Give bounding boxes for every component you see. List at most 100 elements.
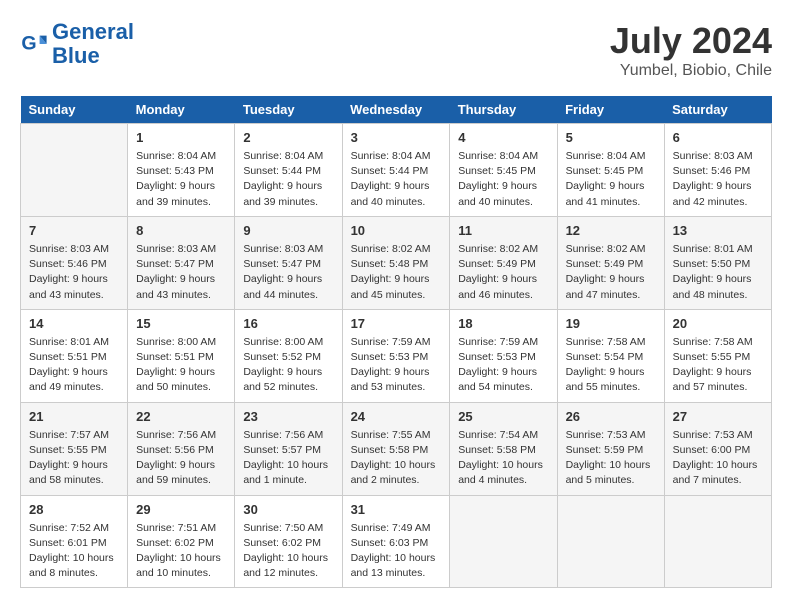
weekday-header: Wednesday bbox=[342, 96, 450, 124]
day-number: 29 bbox=[136, 502, 226, 517]
logo: G General Blue bbox=[20, 20, 134, 68]
day-info: Sunrise: 7:53 AMSunset: 6:00 PMDaylight:… bbox=[673, 428, 763, 489]
day-info: Sunrise: 8:01 AMSunset: 5:50 PMDaylight:… bbox=[673, 242, 763, 303]
logo-line2: Blue bbox=[52, 43, 100, 68]
day-info: Sunrise: 7:53 AMSunset: 5:59 PMDaylight:… bbox=[566, 428, 656, 489]
calendar-cell: 29 Sunrise: 7:51 AMSunset: 6:02 PMDayligh… bbox=[128, 495, 235, 588]
logo-text: General Blue bbox=[52, 20, 134, 68]
calendar-cell: 6Sunrise: 8:03 AMSunset: 5:46 PMDaylight… bbox=[664, 124, 771, 217]
day-info: Sunrise: 7:51 AMSunset: 6:02 PMDaylight:… bbox=[136, 521, 226, 582]
calendar-cell: 30 Sunrise: 7:50 AMSunset: 6:02 PMDayligh… bbox=[235, 495, 342, 588]
day-info: Sunrise: 8:03 AMSunset: 5:46 PMDaylight:… bbox=[673, 149, 763, 210]
calendar-cell bbox=[21, 124, 128, 217]
calendar-cell: 5Sunrise: 8:04 AMSunset: 5:45 PMDaylight… bbox=[557, 124, 664, 217]
day-number: 12 bbox=[566, 223, 656, 238]
weekday-header: Thursday bbox=[450, 96, 557, 124]
logo-line1: General bbox=[52, 19, 134, 44]
calendar-body: 1 Sunrise: 8:04 AMSunset: 5:43 PMDaylight… bbox=[21, 124, 772, 588]
day-info: Sunrise: 7:57 AMSunset: 5:55 PMDaylight:… bbox=[29, 428, 119, 489]
calendar-cell: 10 Sunrise: 8:02 AMSunset: 5:48 PMDayligh… bbox=[342, 216, 450, 309]
day-info: Sunrise: 7:50 AMSunset: 6:02 PMDaylight:… bbox=[243, 521, 333, 582]
calendar-cell: 9Sunrise: 8:03 AMSunset: 5:47 PMDaylight… bbox=[235, 216, 342, 309]
day-number: 1 bbox=[136, 130, 226, 145]
weekday-header: Sunday bbox=[21, 96, 128, 124]
day-info: Sunrise: 7:49 AMSunset: 6:03 PMDaylight:… bbox=[351, 521, 442, 582]
day-number: 7 bbox=[29, 223, 119, 238]
calendar-cell: 31 Sunrise: 7:49 AMSunset: 6:03 PMDayligh… bbox=[342, 495, 450, 588]
calendar-cell bbox=[450, 495, 557, 588]
calendar-cell: 1 Sunrise: 8:04 AMSunset: 5:43 PMDaylight… bbox=[128, 124, 235, 217]
day-number: 10 bbox=[351, 223, 442, 238]
day-number: 19 bbox=[566, 316, 656, 331]
day-number: 14 bbox=[29, 316, 119, 331]
weekday-header: Tuesday bbox=[235, 96, 342, 124]
day-info: Sunrise: 8:02 AMSunset: 5:49 PMDaylight:… bbox=[458, 242, 548, 303]
day-info: Sunrise: 8:00 AMSunset: 5:52 PMDaylight:… bbox=[243, 335, 333, 396]
calendar-table: SundayMondayTuesdayWednesdayThursdayFrid… bbox=[20, 96, 772, 588]
day-info: Sunrise: 7:58 AMSunset: 5:55 PMDaylight:… bbox=[673, 335, 763, 396]
calendar-cell: 7 Sunrise: 8:03 AMSunset: 5:46 PMDaylight… bbox=[21, 216, 128, 309]
calendar-cell: 25 Sunrise: 7:54 AMSunset: 5:58 PMDayligh… bbox=[450, 402, 557, 495]
day-info: Sunrise: 7:55 AMSunset: 5:58 PMDaylight:… bbox=[351, 428, 442, 489]
calendar-cell: 13Sunrise: 8:01 AMSunset: 5:50 PMDayligh… bbox=[664, 216, 771, 309]
svg-text:G: G bbox=[21, 33, 36, 55]
day-info: Sunrise: 8:02 AMSunset: 5:49 PMDaylight:… bbox=[566, 242, 656, 303]
title-block: July 2024 Yumbel, Biobio, Chile bbox=[610, 20, 772, 80]
calendar-cell: 26 Sunrise: 7:53 AMSunset: 5:59 PMDayligh… bbox=[557, 402, 664, 495]
weekday-header: Friday bbox=[557, 96, 664, 124]
calendar-cell bbox=[664, 495, 771, 588]
day-info: Sunrise: 8:04 AMSunset: 5:44 PMDaylight:… bbox=[243, 149, 333, 210]
calendar-week-row: 21 Sunrise: 7:57 AMSunset: 5:55 PMDayligh… bbox=[21, 402, 772, 495]
calendar-cell: 11Sunrise: 8:02 AMSunset: 5:49 PMDayligh… bbox=[450, 216, 557, 309]
day-number: 16 bbox=[243, 316, 333, 331]
day-info: Sunrise: 8:03 AMSunset: 5:46 PMDaylight:… bbox=[29, 242, 119, 303]
day-number: 24 bbox=[351, 409, 442, 424]
day-info: Sunrise: 7:56 AMSunset: 5:57 PMDaylight:… bbox=[243, 428, 333, 489]
calendar-cell bbox=[557, 495, 664, 588]
day-number: 26 bbox=[566, 409, 656, 424]
day-number: 25 bbox=[458, 409, 548, 424]
calendar-cell: 2 Sunrise: 8:04 AMSunset: 5:44 PMDaylight… bbox=[235, 124, 342, 217]
calendar-cell: 12 Sunrise: 8:02 AMSunset: 5:49 PMDayligh… bbox=[557, 216, 664, 309]
calendar-cell: 4 Sunrise: 8:04 AMSunset: 5:45 PMDaylight… bbox=[450, 124, 557, 217]
day-info: Sunrise: 8:04 AMSunset: 5:44 PMDaylight:… bbox=[351, 149, 442, 210]
calendar-week-row: 28Sunrise: 7:52 AMSunset: 6:01 PMDayligh… bbox=[21, 495, 772, 588]
day-number: 4 bbox=[458, 130, 548, 145]
calendar-cell: 17Sunrise: 7:59 AMSunset: 5:53 PMDayligh… bbox=[342, 309, 450, 402]
day-info: Sunrise: 8:01 AMSunset: 5:51 PMDaylight:… bbox=[29, 335, 119, 396]
day-info: Sunrise: 8:04 AMSunset: 5:45 PMDaylight:… bbox=[458, 149, 548, 210]
calendar-cell: 3Sunrise: 8:04 AMSunset: 5:44 PMDaylight… bbox=[342, 124, 450, 217]
day-info: Sunrise: 8:03 AMSunset: 5:47 PMDaylight:… bbox=[136, 242, 226, 303]
day-info: Sunrise: 8:03 AMSunset: 5:47 PMDaylight:… bbox=[243, 242, 333, 303]
calendar-cell: 22Sunrise: 7:56 AMSunset: 5:56 PMDayligh… bbox=[128, 402, 235, 495]
calendar-header: SundayMondayTuesdayWednesdayThursdayFrid… bbox=[21, 96, 772, 124]
calendar-cell: 19Sunrise: 7:58 AMSunset: 5:54 PMDayligh… bbox=[557, 309, 664, 402]
day-number: 2 bbox=[243, 130, 333, 145]
day-number: 21 bbox=[29, 409, 119, 424]
day-number: 20 bbox=[673, 316, 763, 331]
calendar-cell: 21 Sunrise: 7:57 AMSunset: 5:55 PMDayligh… bbox=[21, 402, 128, 495]
calendar-week-row: 7 Sunrise: 8:03 AMSunset: 5:46 PMDaylight… bbox=[21, 216, 772, 309]
day-number: 23 bbox=[243, 409, 333, 424]
calendar-cell: 15Sunrise: 8:00 AMSunset: 5:51 PMDayligh… bbox=[128, 309, 235, 402]
day-number: 30 bbox=[243, 502, 333, 517]
day-info: Sunrise: 8:04 AMSunset: 5:43 PMDaylight:… bbox=[136, 149, 226, 210]
day-number: 27 bbox=[673, 409, 763, 424]
day-number: 17 bbox=[351, 316, 442, 331]
calendar-week-row: 14 Sunrise: 8:01 AMSunset: 5:51 PMDayligh… bbox=[21, 309, 772, 402]
calendar-cell: 23 Sunrise: 7:56 AMSunset: 5:57 PMDayligh… bbox=[235, 402, 342, 495]
day-info: Sunrise: 7:52 AMSunset: 6:01 PMDaylight:… bbox=[29, 521, 119, 582]
day-info: Sunrise: 7:56 AMSunset: 5:56 PMDaylight:… bbox=[136, 428, 226, 489]
calendar-cell: 16 Sunrise: 8:00 AMSunset: 5:52 PMDayligh… bbox=[235, 309, 342, 402]
day-info: Sunrise: 8:02 AMSunset: 5:48 PMDaylight:… bbox=[351, 242, 442, 303]
day-number: 15 bbox=[136, 316, 226, 331]
day-info: Sunrise: 7:54 AMSunset: 5:58 PMDaylight:… bbox=[458, 428, 548, 489]
weekday-header: Saturday bbox=[664, 96, 771, 124]
calendar-cell: 14 Sunrise: 8:01 AMSunset: 5:51 PMDayligh… bbox=[21, 309, 128, 402]
day-number: 31 bbox=[351, 502, 442, 517]
day-number: 18 bbox=[458, 316, 548, 331]
calendar-cell: 27 Sunrise: 7:53 AMSunset: 6:00 PMDayligh… bbox=[664, 402, 771, 495]
calendar-cell: 24 Sunrise: 7:55 AMSunset: 5:58 PMDayligh… bbox=[342, 402, 450, 495]
weekday-row: SundayMondayTuesdayWednesdayThursdayFrid… bbox=[21, 96, 772, 124]
calendar-week-row: 1 Sunrise: 8:04 AMSunset: 5:43 PMDaylight… bbox=[21, 124, 772, 217]
